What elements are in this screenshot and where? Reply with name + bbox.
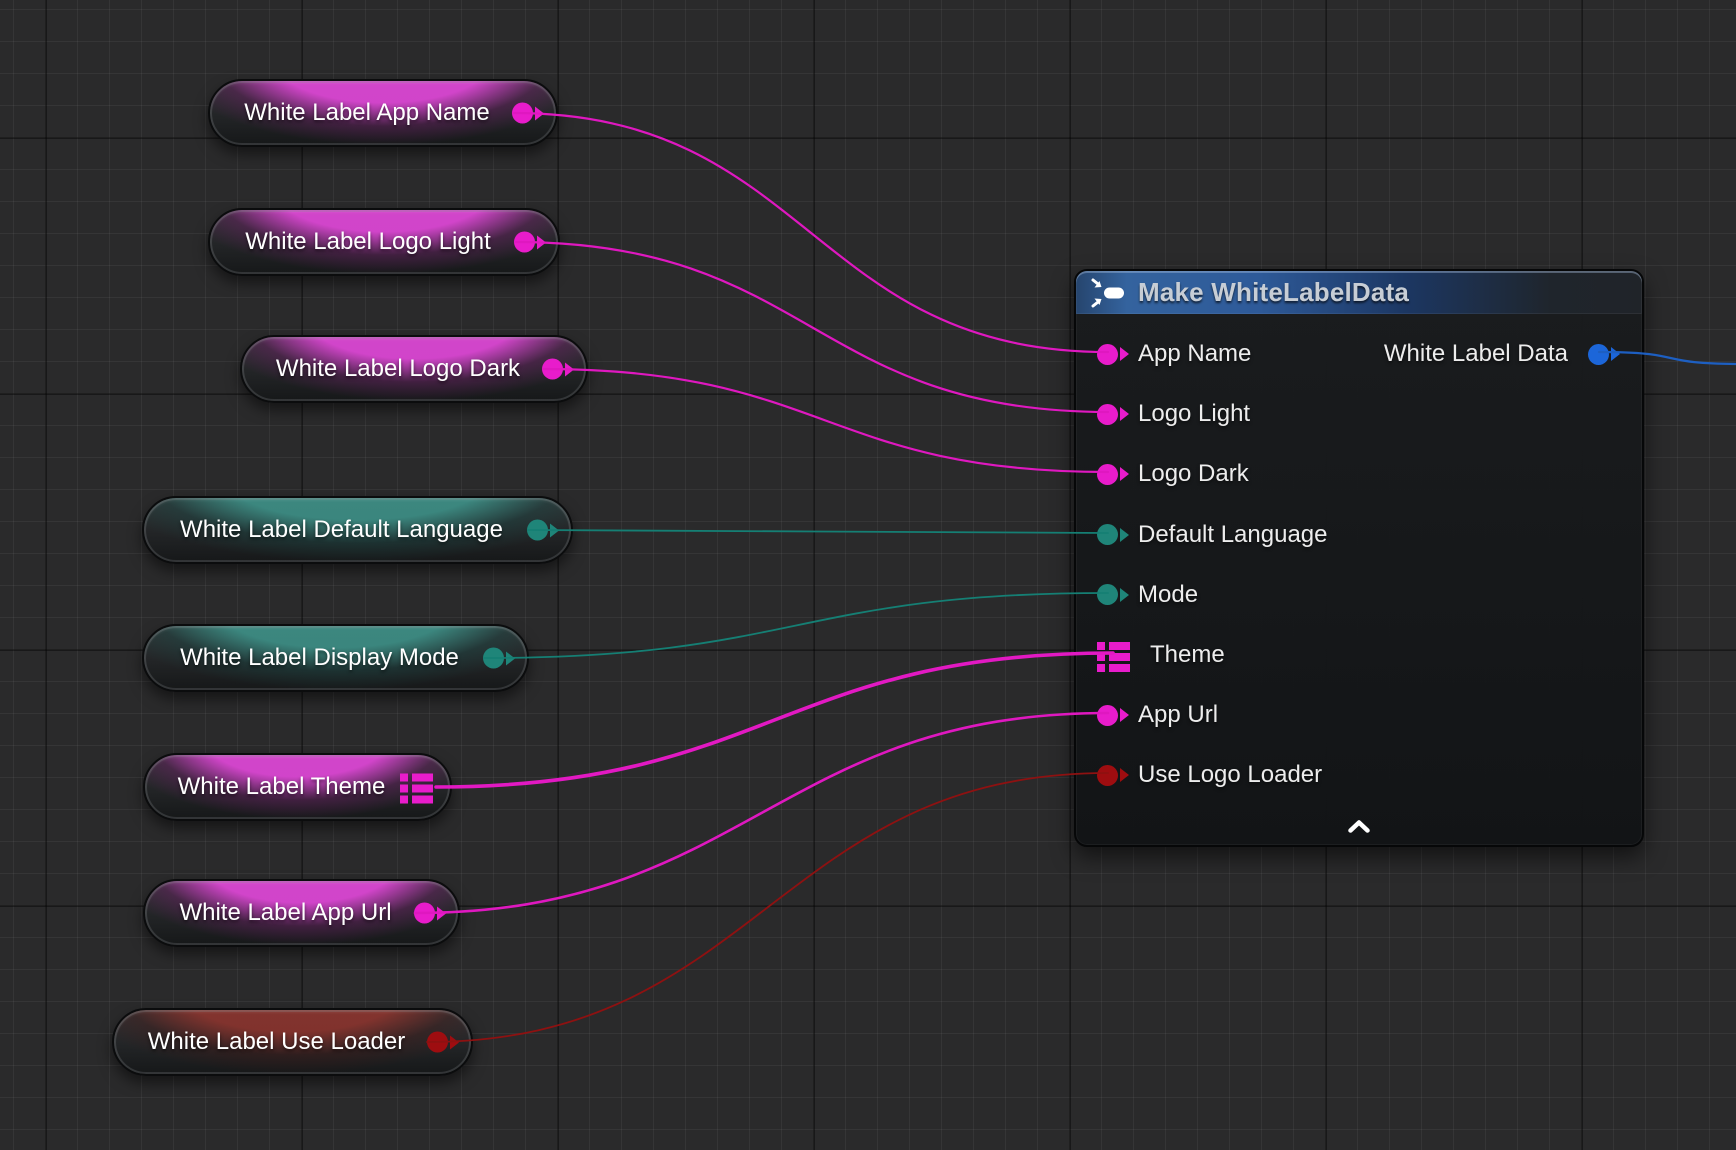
variable-getter-node-logo-light[interactable]: White Label Logo Light	[208, 208, 560, 276]
pin-row: App Name White Label Data	[1076, 324, 1642, 384]
output-pin-white-label-data[interactable]	[1588, 344, 1609, 365]
input-pin-theme[interactable]	[1097, 639, 1130, 672]
wire-logo-dark[interactable]	[543, 369, 1108, 472]
input-pin-logo-dark[interactable]	[1097, 464, 1118, 485]
input-pin-cell-logo-dark: Logo Dark	[1097, 460, 1249, 488]
input-pin-label: App Name	[1138, 340, 1251, 368]
variable-getter-label: White Label Display Mode	[174, 644, 465, 672]
variable-getter-label: White Label Logo Light	[240, 228, 496, 256]
wire-app-url[interactable]	[415, 713, 1108, 913]
variable-getter-label: White Label Default Language	[174, 516, 509, 544]
variable-getter-node-display-mode[interactable]: White Label Display Mode	[142, 624, 529, 692]
wire-app-name[interactable]	[513, 113, 1108, 352]
input-pin-cell-use-logo-loader: Use Logo Loader	[1097, 761, 1322, 789]
variable-getter-node-logo-dark[interactable]: White Label Logo Dark	[240, 335, 588, 403]
make-struct-icon	[1090, 277, 1126, 309]
input-pin-cell-app-url: App Url	[1097, 701, 1218, 729]
input-pin-cell-theme: Theme	[1097, 639, 1225, 672]
pin-row: Logo Dark	[1076, 444, 1642, 504]
variable-getter-label: White Label Use Loader	[144, 1028, 409, 1056]
output-pin-label: White Label Data	[1384, 340, 1568, 368]
node-title: Make WhiteLabelData	[1138, 277, 1409, 308]
variable-getter-label: White Label Logo Dark	[272, 355, 524, 383]
input-pin-cell-app-name: App Name	[1097, 340, 1251, 368]
variable-getter-label: White Label App Name	[240, 99, 494, 127]
pin-rows: App Name White Label Data Logo Light Logo D…	[1076, 324, 1642, 806]
input-pin-label: Mode	[1138, 581, 1198, 609]
pin-row: Use Logo Loader	[1076, 745, 1642, 805]
pin-row: App Url	[1076, 685, 1642, 745]
input-pin-default-language[interactable]	[1097, 524, 1118, 545]
variable-getter-node-theme[interactable]: White Label Theme	[143, 753, 452, 821]
make-whitelabeldata-node[interactable]: Make WhiteLabelData App Name White Label D…	[1074, 269, 1644, 847]
variable-getter-node-app-url[interactable]: White Label App Url	[143, 879, 460, 947]
blueprint-graph-canvas[interactable]: White Label App Name White Label Logo Lig…	[0, 0, 1736, 1150]
wire-use-loader[interactable]	[427, 773, 1108, 1042]
input-pin-mode[interactable]	[1097, 584, 1118, 605]
pin-row: Mode	[1076, 565, 1642, 625]
input-pin-app-name[interactable]	[1097, 344, 1118, 365]
variable-getter-node-default-language[interactable]: White Label Default Language	[142, 496, 573, 564]
variable-getter-label: White Label App Url	[175, 899, 396, 927]
node-header[interactable]: Make WhiteLabelData	[1076, 271, 1642, 314]
pin-row: Logo Light	[1076, 384, 1642, 444]
input-pin-cell-logo-light: Logo Light	[1097, 400, 1250, 428]
input-pin-logo-light[interactable]	[1097, 404, 1118, 425]
chevron-up-icon	[1347, 819, 1371, 833]
input-pin-label: Logo Dark	[1138, 460, 1249, 488]
collapse-advanced-pins-button[interactable]	[1341, 817, 1377, 835]
input-pin-label: Logo Light	[1138, 400, 1250, 428]
input-pin-use-logo-loader[interactable]	[1097, 765, 1118, 786]
input-pin-app-url[interactable]	[1097, 705, 1118, 726]
wire-default-language[interactable]	[528, 530, 1108, 533]
input-pin-cell-mode: Mode	[1097, 581, 1198, 609]
output-pin-theme[interactable]	[400, 771, 433, 804]
input-pin-label: Theme	[1150, 641, 1225, 669]
input-pin-label: App Url	[1138, 701, 1218, 729]
variable-getter-label: White Label Theme	[175, 773, 388, 801]
input-pin-label: Default Language	[1138, 521, 1328, 549]
variable-getter-node-use-loader[interactable]: White Label Use Loader	[112, 1008, 473, 1076]
input-pin-label: Use Logo Loader	[1138, 761, 1322, 789]
variable-getter-node-app-name[interactable]: White Label App Name	[208, 79, 558, 147]
pin-row: Default Language	[1076, 505, 1642, 565]
input-pin-cell-default-language: Default Language	[1097, 521, 1328, 549]
pin-row: Theme	[1076, 625, 1642, 685]
wire-logo-light[interactable]	[515, 242, 1108, 412]
output-pin-cell-white-label-data: White Label Data	[1384, 340, 1609, 368]
wire-display-mode[interactable]	[484, 593, 1108, 658]
